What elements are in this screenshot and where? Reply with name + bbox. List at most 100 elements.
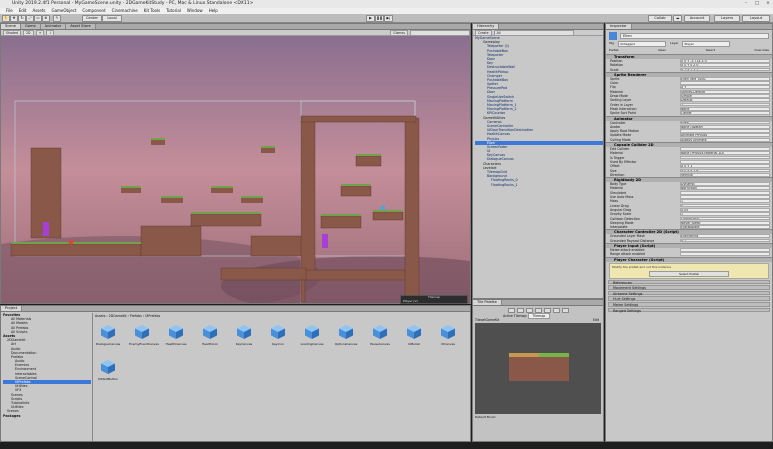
asset-item[interactable]: PauseCanvas xyxy=(367,324,393,346)
object-name-field[interactable]: Ellen xyxy=(620,33,769,39)
transform-tool-icon[interactable]: ⊕ xyxy=(42,15,50,22)
fill-icon[interactable] xyxy=(561,308,569,313)
tab-game[interactable]: Game xyxy=(20,24,41,29)
foldout-section[interactable]: Airborne Settings xyxy=(608,290,770,296)
asset-item[interactable]: HealthCanvas xyxy=(163,324,189,346)
tag-dropdown[interactable]: Untagged xyxy=(618,41,667,47)
property-value[interactable]: 1 xyxy=(680,212,770,216)
project-folder[interactable]: Packages xyxy=(3,414,91,418)
property-value[interactable] xyxy=(680,159,770,164)
splitter[interactable] xyxy=(92,313,93,441)
hierarchy-item[interactable]: FloatingRocks_1 xyxy=(475,183,603,187)
prefab-open-button[interactable]: Open xyxy=(658,48,666,52)
step-icon[interactable]: ▶| xyxy=(384,15,393,22)
foldout-section[interactable]: Ranged Settings xyxy=(608,307,770,313)
2d-toggle[interactable]: 2D xyxy=(23,29,34,36)
tab-asset-store[interactable]: Asset Store xyxy=(66,24,96,29)
property-value[interactable]: NoFriction xyxy=(680,186,770,191)
tile-dirt-grass[interactable] xyxy=(539,353,569,381)
palette-edit-button[interactable]: Edit xyxy=(593,318,599,322)
pivot-center-button[interactable]: Center xyxy=(82,15,102,22)
ellen-character[interactable] xyxy=(68,239,74,245)
property-value[interactable]: X 0 Y 0 Z 0 xyxy=(680,63,770,68)
account-dropdown[interactable]: Account xyxy=(684,15,710,22)
breadcrumb-2dgamekit[interactable]: 2DGamekit xyxy=(109,314,127,318)
foldout-section[interactable]: Hurt Settings xyxy=(608,296,770,301)
prefab-overrides-dropdown[interactable]: Overrides xyxy=(754,48,769,52)
property-value[interactable]: Center xyxy=(680,111,770,116)
tab-animator[interactable]: Animator xyxy=(40,24,67,29)
tab-project[interactable]: Project xyxy=(1,306,23,311)
property-value[interactable]: Never Sleep xyxy=(680,220,770,225)
asset-item[interactable]: KeyIcon xyxy=(265,324,291,346)
close-button[interactable]: × xyxy=(763,0,773,8)
property-value[interactable]: X 0 Y 1 xyxy=(680,164,770,169)
property-value[interactable] xyxy=(680,155,770,160)
property-value[interactable]: None xyxy=(680,106,770,111)
asset-item[interactable]: UIBullet xyxy=(401,324,427,346)
eraser-icon[interactable] xyxy=(552,308,560,313)
breadcrumb-uiprefabs[interactable]: UIPrefabs xyxy=(145,314,160,318)
select-prefab-button[interactable]: Select Prefab xyxy=(649,270,729,277)
layers-dropdown[interactable]: Layers xyxy=(714,15,740,22)
breadcrumb-assets[interactable]: Assets xyxy=(95,314,105,318)
palette-grid[interactable] xyxy=(475,323,601,414)
palette-dropdown[interactable]: TilesetGameKit xyxy=(475,318,499,322)
foldout-section[interactable]: Movement Settings xyxy=(608,285,770,290)
tab-hierarchy[interactable]: Hierarchy xyxy=(473,24,500,29)
tab-inspector[interactable]: Inspector xyxy=(606,24,632,29)
prefab-select-button[interactable]: Select xyxy=(706,48,715,52)
property-value[interactable] xyxy=(680,81,770,85)
asset-item[interactable]: LoadingCanvas xyxy=(299,324,325,346)
property-value[interactable]: Everything xyxy=(680,234,770,239)
pause-icon[interactable]: ❚❚ xyxy=(375,15,384,22)
property-value[interactable]: X 0.5 Y 1.9 xyxy=(680,168,770,173)
property-value[interactable]: Default xyxy=(680,98,770,103)
pivot-local-button[interactable]: Local xyxy=(102,15,122,22)
property-value[interactable]: Always Animate xyxy=(680,137,770,142)
property-value[interactable]: Sprites-Default xyxy=(680,89,770,94)
custom-tool-icon[interactable]: ✎ xyxy=(53,15,61,22)
tile-dirt-sand[interactable] xyxy=(509,353,539,381)
property-value[interactable]: Ellen_Idle_0001 xyxy=(680,76,770,81)
hierarchy-search-input[interactable]: All xyxy=(493,29,574,36)
asset-item[interactable]: EnemyEventCanvas xyxy=(129,324,159,346)
property-value[interactable] xyxy=(680,252,770,257)
cloud-icon[interactable]: ☁ xyxy=(673,15,682,22)
asset-item[interactable]: KeyCanvas xyxy=(231,324,257,346)
rect-tool-icon[interactable]: ▭ xyxy=(34,15,42,22)
property-value[interactable]: 2 xyxy=(680,102,770,107)
property-value[interactable] xyxy=(680,247,770,252)
active-tilemap-dropdown[interactable]: Tilemap xyxy=(527,313,551,319)
breadcrumb-prefabs[interactable]: Prefabs xyxy=(130,314,142,318)
component-header[interactable]: Player Character (Script) xyxy=(606,256,772,262)
asset-item[interactable]: UICanvas xyxy=(435,324,461,346)
asset-item[interactable]: HealthIcon xyxy=(197,324,223,346)
property-value[interactable]: X 1 Y 1 Z 1 xyxy=(680,67,770,72)
gizmos-dropdown[interactable]: Gizmos xyxy=(390,29,408,36)
property-value[interactable]: 1 xyxy=(680,199,770,204)
asset-item[interactable]: OptionsCanvas xyxy=(333,324,359,346)
property-value[interactable] xyxy=(680,129,770,133)
select-tool-icon[interactable] xyxy=(507,308,515,313)
maximize-button[interactable]: □ xyxy=(752,0,762,8)
property-value[interactable]: Dynamic xyxy=(680,182,770,186)
rotate-tool-icon[interactable]: ↻ xyxy=(18,15,26,22)
collab-dropdown[interactable]: Collab xyxy=(648,15,672,22)
tab-tile-palette[interactable]: Tile Palette xyxy=(473,300,502,305)
property-value[interactable]: Ellen xyxy=(680,120,770,125)
foldout-section[interactable]: Melee Settings xyxy=(608,301,770,307)
play-icon[interactable]: ▶ xyxy=(366,15,375,22)
scene-viewport[interactable] xyxy=(1,36,470,303)
property-value[interactable]: None (Physics Material 2D) xyxy=(680,151,770,156)
audio-icon[interactable]: ♪ xyxy=(46,29,55,36)
property-value[interactable]: None (Avatar) xyxy=(680,124,770,129)
property-value[interactable]: Extrapolate xyxy=(680,225,770,229)
property-value[interactable] xyxy=(680,147,770,151)
lighting-icon[interactable]: ☀ xyxy=(35,29,45,36)
scene-search-input[interactable] xyxy=(410,29,470,36)
property-value[interactable]: Continuous xyxy=(680,216,770,221)
create-dropdown[interactable]: Create xyxy=(475,29,492,36)
hand-tool-icon[interactable]: ✋ xyxy=(2,15,10,22)
property-value[interactable] xyxy=(680,195,770,199)
